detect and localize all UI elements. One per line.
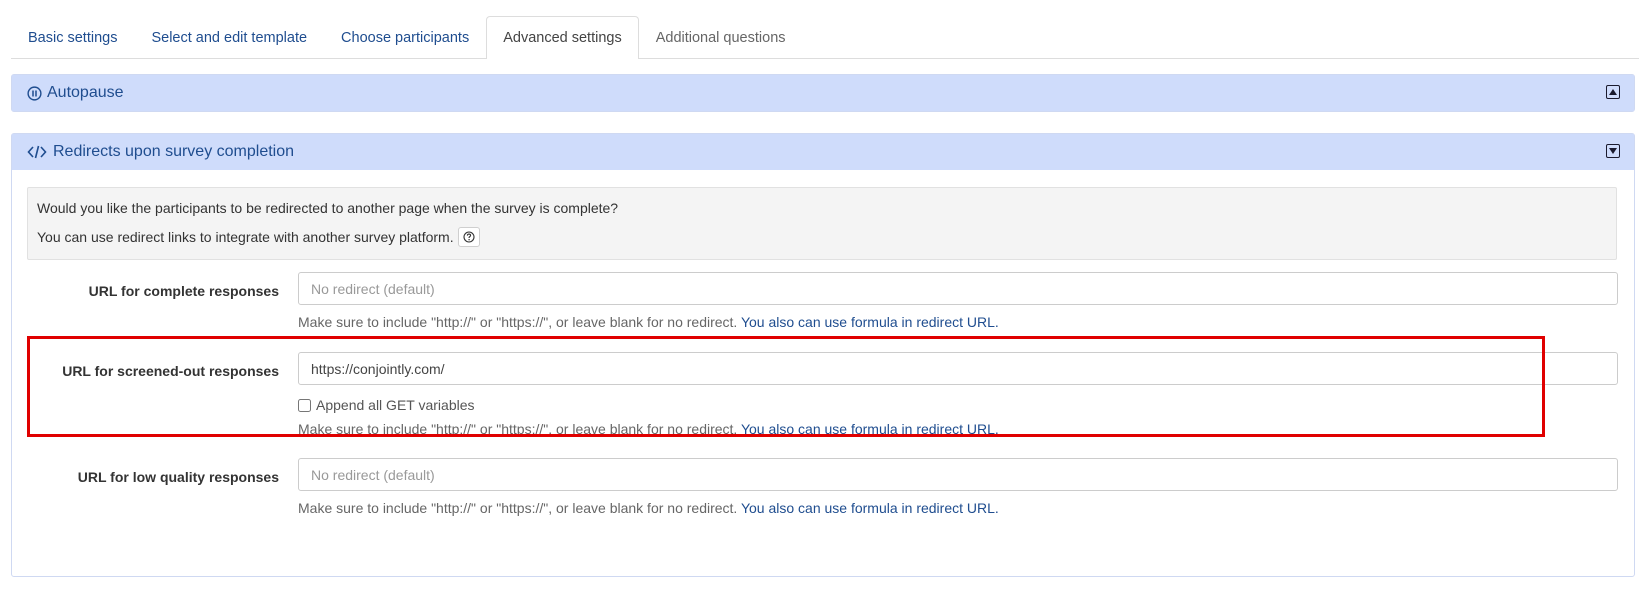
complete-url-label: URL for complete responses (88, 283, 279, 299)
autopause-panel-title: Autopause (47, 84, 124, 101)
screened-out-url-help-text: Make sure to include "http://" or "https… (298, 421, 738, 437)
low-quality-url-help-text: Make sure to include "http://" or "https… (298, 500, 738, 516)
redirects-panel-header[interactable]: Redirects upon survey completion (12, 134, 1634, 170)
redirects-panel: Redirects upon survey completion Would y… (11, 133, 1635, 577)
redirect-info-box: Would you like the participants to be re… (27, 187, 1617, 260)
formula-redirect-link[interactable]: You also can use formula in redirect URL… (741, 314, 999, 330)
redirect-info-integration-text: You can use redirect links to integrate … (37, 229, 454, 245)
tab-select-edit-template[interactable]: Select and edit template (134, 16, 324, 58)
append-get-variables-row: Append all GET variables (298, 397, 475, 413)
formula-redirect-link[interactable]: You also can use formula in redirect URL… (741, 500, 999, 516)
complete-url-help-text: Make sure to include "http://" or "https… (298, 314, 738, 330)
low-quality-url-input[interactable] (298, 458, 1618, 491)
help-icon[interactable] (457, 227, 480, 247)
redirect-info-question: Would you like the participants to be re… (37, 200, 619, 216)
complete-url-help: Make sure to include "http://" or "https… (298, 314, 999, 330)
autopause-panel-header[interactable]: Autopause (12, 75, 1634, 111)
collapse-down-icon[interactable] (1606, 144, 1620, 158)
low-quality-url-help: Make sure to include "http://" or "https… (298, 500, 999, 516)
screened-out-url-help: Make sure to include "http://" or "https… (298, 421, 999, 437)
redirects-panel-title: Redirects upon survey completion (53, 143, 295, 160)
tab-advanced-settings[interactable]: Advanced settings (486, 16, 639, 59)
append-get-variables-label: Append all GET variables (316, 397, 475, 413)
collapse-up-icon[interactable] (1606, 85, 1620, 99)
pause-circle-icon (26, 85, 42, 101)
autopause-panel: Autopause (11, 74, 1635, 112)
settings-tabs: Basic settings Select and edit template … (11, 16, 1639, 59)
tab-additional-questions[interactable]: Additional questions (639, 16, 803, 58)
redirect-info-integration: You can use redirect links to integrate … (37, 227, 1607, 247)
tab-basic-settings[interactable]: Basic settings (11, 16, 134, 58)
tab-choose-participants[interactable]: Choose participants (324, 16, 486, 58)
complete-url-input[interactable] (298, 272, 1618, 305)
append-get-variables-checkbox[interactable] (298, 398, 311, 412)
screened-out-url-label: URL for screened-out responses (62, 363, 279, 379)
formula-redirect-link[interactable]: You also can use formula in redirect URL… (741, 421, 999, 437)
survey-advanced-settings-page: Basic settings Select and edit template … (0, 0, 1651, 594)
code-icon (26, 144, 48, 160)
screened-out-url-input[interactable] (298, 352, 1618, 385)
low-quality-url-label: URL for low quality responses (77, 469, 279, 485)
